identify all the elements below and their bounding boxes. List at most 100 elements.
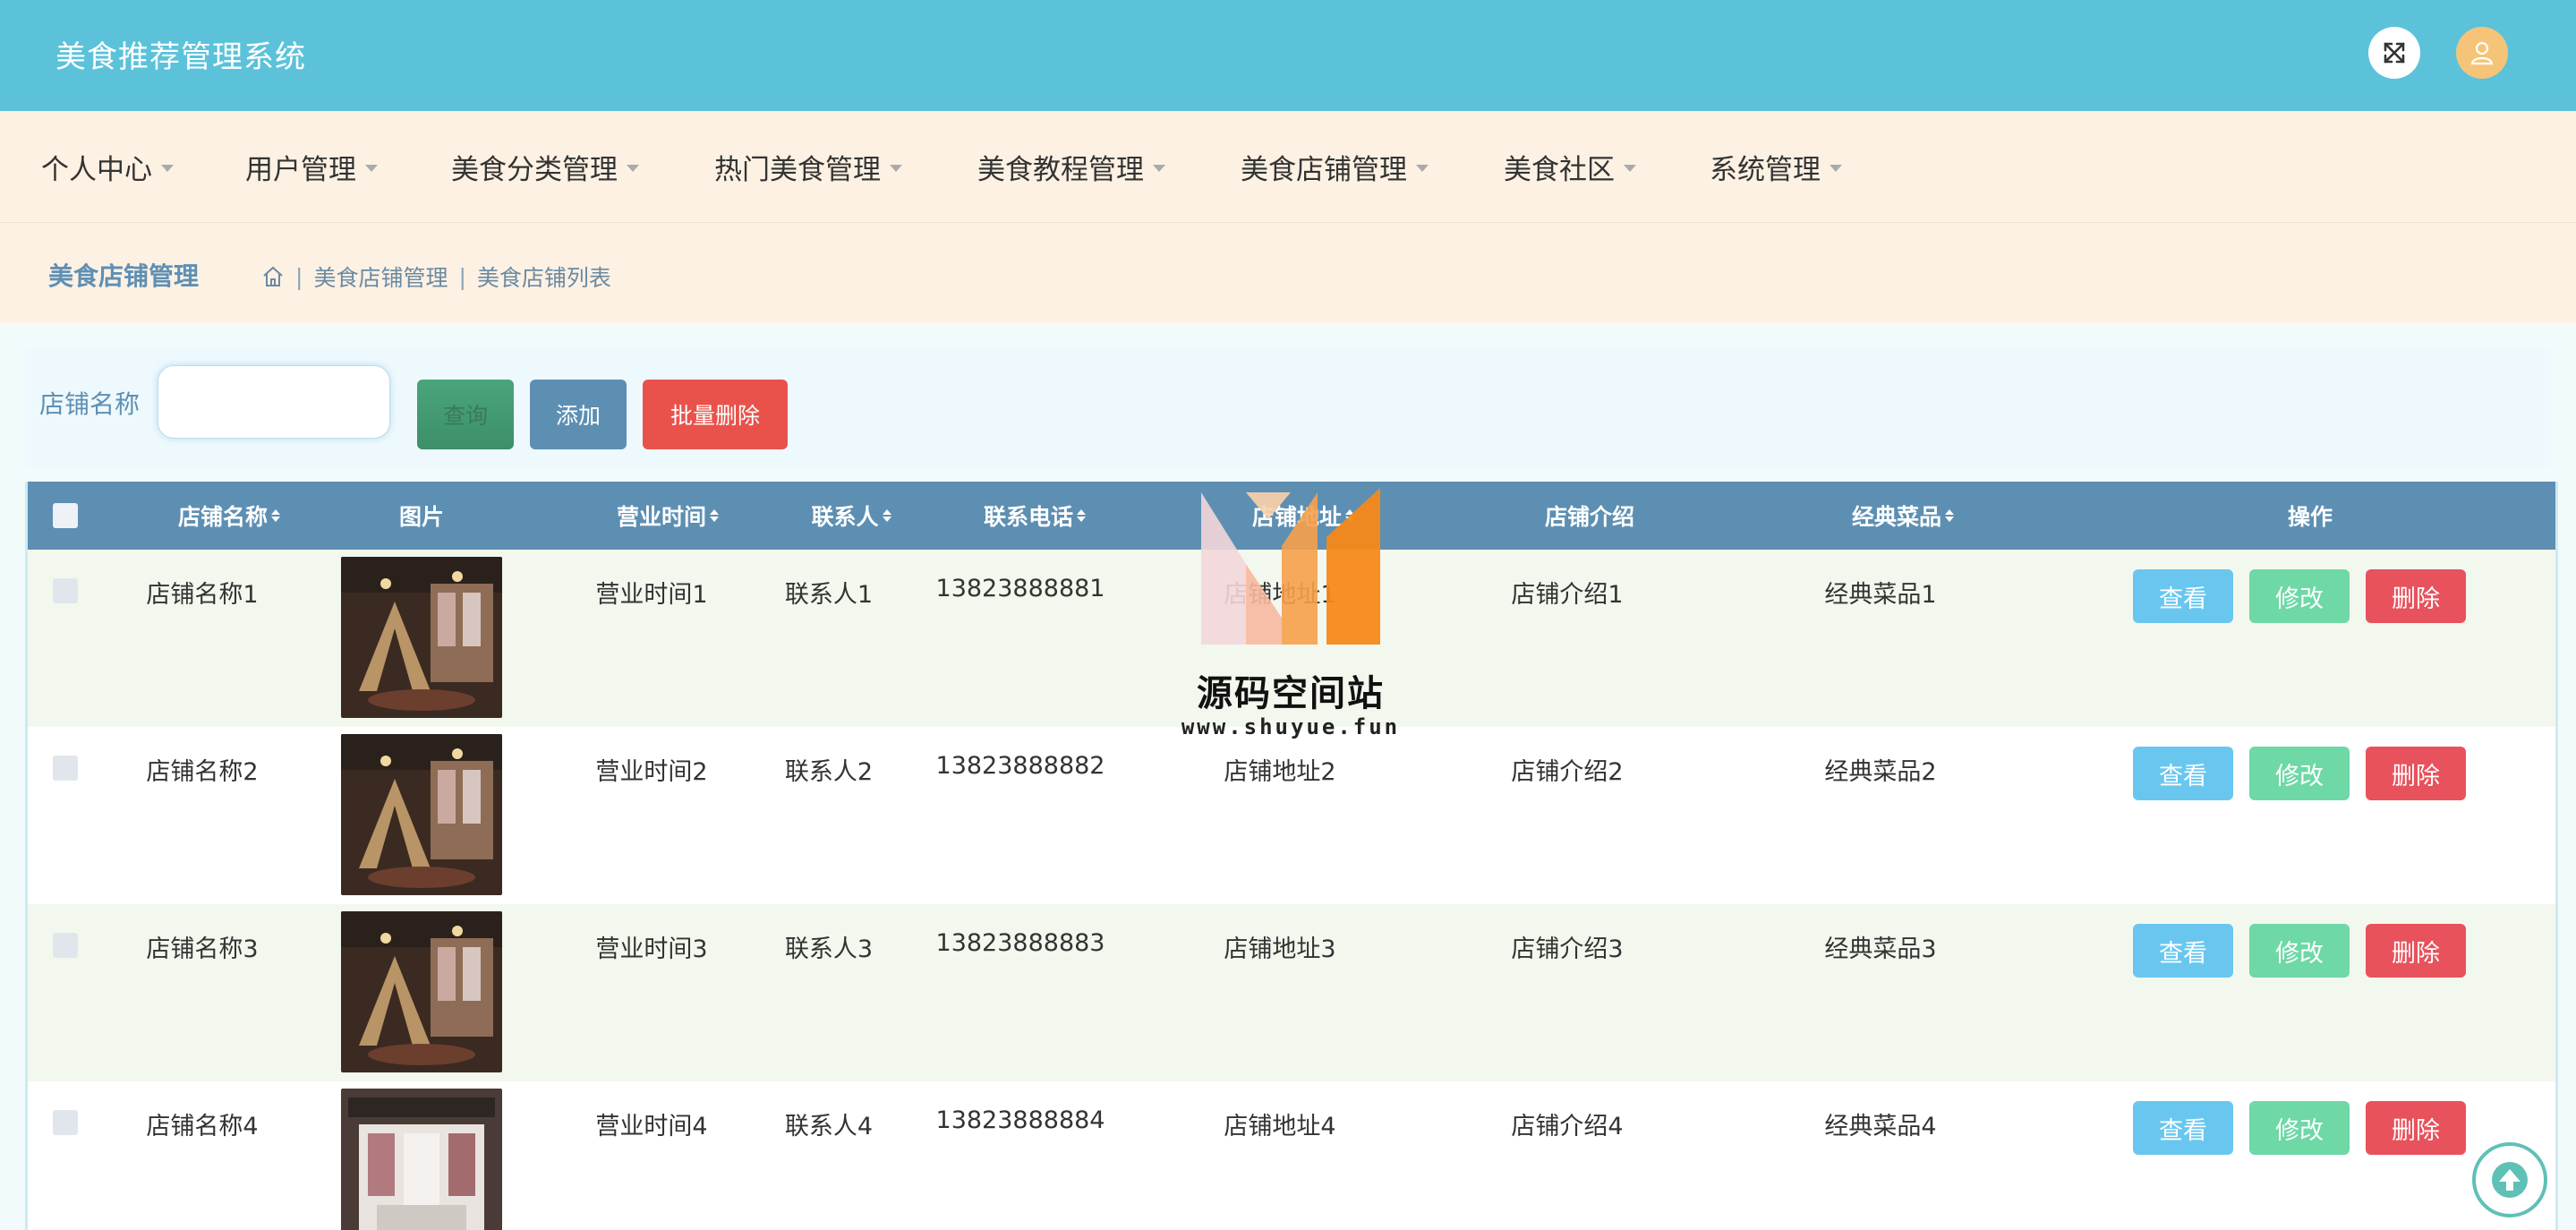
nav-item-tutorials[interactable]: 美食教程管理 bbox=[977, 147, 1165, 187]
shop-image bbox=[341, 1089, 502, 1230]
table-row: 店铺名称4 营业时间4 联系人4 13823888884 店铺地址4 店铺介绍4… bbox=[28, 1081, 2555, 1230]
th-label: 店铺介绍 bbox=[1544, 504, 1634, 530]
breadcrumb-level1[interactable]: 美食店铺管理 bbox=[313, 261, 448, 293]
th-label: 图片 bbox=[398, 504, 444, 530]
add-button[interactable]: 添加 bbox=[530, 380, 627, 449]
th-intro: 店铺介绍 bbox=[1496, 482, 1684, 550]
main-nav: 个人中心 用户管理 美食分类管理 热门美食管理 美食教程管理 美食店铺管理 美食… bbox=[0, 111, 2576, 223]
page-title: 美食店铺管理 bbox=[48, 261, 200, 291]
nav-item-categories[interactable]: 美食分类管理 bbox=[451, 147, 639, 187]
table-row: 店铺名称2 营业时间2 联系人2 13823888882 店铺地址2 店铺介绍2… bbox=[28, 727, 2555, 904]
th-dishes[interactable]: 经典菜品 bbox=[1809, 482, 1997, 550]
cell-hours: 营业时间2 bbox=[595, 758, 708, 786]
view-button[interactable]: 查看 bbox=[2133, 747, 2233, 800]
nav-label: 美食教程管理 bbox=[977, 154, 1144, 186]
watermark-name: 源码空间站 bbox=[1197, 673, 1385, 714]
edit-button[interactable]: 修改 bbox=[2249, 747, 2350, 800]
sort-icon bbox=[710, 509, 719, 522]
search-panel: 店铺名称 查询 添加 批量删除 bbox=[25, 349, 2551, 467]
nav-item-shops[interactable]: 美食店铺管理 bbox=[1241, 147, 1429, 187]
edit-button[interactable]: 修改 bbox=[2249, 924, 2350, 978]
select-all-checkbox[interactable] bbox=[53, 503, 78, 528]
table-header: 店铺名称 图片 营业时间 联系人 联系电话 店铺地址 店铺介绍 经典菜品 操作 bbox=[28, 482, 2555, 550]
nav-label: 个人中心 bbox=[41, 154, 152, 186]
edit-button[interactable]: 修改 bbox=[2249, 1101, 2350, 1155]
th-image: 图片 bbox=[350, 482, 493, 550]
arrow-up-icon bbox=[2492, 1162, 2528, 1198]
caret-down-icon bbox=[1153, 164, 1165, 172]
th-label: 联系人 bbox=[811, 504, 879, 530]
table-row: 店铺名称3 营业时间3 联系人3 13823888883 店铺地址3 店铺介绍3… bbox=[28, 904, 2555, 1081]
th-label: 营业时间 bbox=[616, 504, 706, 530]
batch-delete-button[interactable]: 批量删除 bbox=[643, 380, 788, 449]
caret-down-icon bbox=[1830, 164, 1842, 172]
back-to-top-button[interactable] bbox=[2472, 1142, 2547, 1217]
cell-address: 店铺地址3 bbox=[1224, 935, 1336, 963]
query-button[interactable]: 查询 bbox=[417, 380, 514, 449]
cell-intro: 店铺介绍4 bbox=[1511, 1113, 1624, 1140]
cell-name: 店铺名称3 bbox=[146, 935, 259, 963]
edit-button[interactable]: 修改 bbox=[2249, 569, 2350, 623]
delete-button[interactable]: 删除 bbox=[2366, 747, 2466, 800]
top-header: 美食推荐管理系统 bbox=[0, 0, 2576, 111]
watermark-url: www.shuyue.fun bbox=[1181, 714, 1401, 739]
fullscreen-button[interactable] bbox=[2368, 27, 2420, 79]
sort-icon bbox=[1077, 509, 1086, 522]
row-checkbox[interactable] bbox=[53, 578, 78, 603]
th-contact[interactable]: 联系人 bbox=[780, 482, 923, 550]
nav-label: 美食社区 bbox=[1504, 154, 1615, 186]
nav-item-profile[interactable]: 个人中心 bbox=[41, 147, 174, 187]
sort-icon bbox=[1945, 509, 1954, 522]
avatar-button[interactable] bbox=[2456, 27, 2508, 79]
cell-phone: 13823888883 bbox=[935, 929, 1105, 957]
cell-contact: 联系人3 bbox=[784, 935, 874, 963]
view-button[interactable]: 查看 bbox=[2133, 569, 2233, 623]
th-label: 店铺地址 bbox=[1251, 504, 1342, 530]
view-button[interactable]: 查看 bbox=[2133, 1101, 2233, 1155]
nav-label: 用户管理 bbox=[245, 154, 356, 186]
th-label: 操作 bbox=[2287, 504, 2333, 530]
th-name[interactable]: 店铺名称 bbox=[135, 482, 323, 550]
cell-hours: 营业时间4 bbox=[595, 1113, 708, 1140]
fullscreen-icon bbox=[2384, 42, 2405, 64]
nav-item-users[interactable]: 用户管理 bbox=[245, 147, 378, 187]
th-address[interactable]: 店铺地址 bbox=[1209, 482, 1397, 550]
th-hours[interactable]: 营业时间 bbox=[574, 482, 762, 550]
cell-name: 店铺名称2 bbox=[146, 758, 259, 786]
cell-intro: 店铺介绍1 bbox=[1511, 581, 1624, 609]
nav-label: 美食分类管理 bbox=[451, 154, 618, 186]
sort-icon bbox=[1345, 509, 1354, 522]
th-actions: 操作 bbox=[2194, 482, 2427, 550]
delete-button[interactable]: 删除 bbox=[2366, 1101, 2466, 1155]
shop-name-input[interactable] bbox=[158, 365, 390, 439]
cell-name: 店铺名称1 bbox=[146, 581, 259, 609]
caret-down-icon bbox=[1624, 164, 1636, 172]
row-checkbox[interactable] bbox=[53, 933, 78, 958]
nav-item-system[interactable]: 系统管理 bbox=[1710, 147, 1842, 187]
home-icon[interactable] bbox=[261, 265, 285, 288]
cell-contact: 联系人4 bbox=[784, 1113, 874, 1140]
nav-item-hot-food[interactable]: 热门美食管理 bbox=[714, 147, 902, 187]
breadcrumb-separator: | bbox=[458, 263, 466, 290]
nav-label: 美食店铺管理 bbox=[1241, 154, 1407, 186]
cell-address: 店铺地址2 bbox=[1224, 758, 1336, 786]
delete-button[interactable]: 删除 bbox=[2366, 569, 2466, 623]
row-checkbox[interactable] bbox=[53, 1110, 78, 1135]
th-label: 店铺名称 bbox=[177, 504, 268, 530]
sort-icon bbox=[882, 509, 891, 522]
breadcrumb-bar: 美食店铺管理 | 美食店铺管理 | 美食店铺列表 bbox=[0, 223, 2576, 323]
delete-button[interactable]: 删除 bbox=[2366, 924, 2466, 978]
row-checkbox[interactable] bbox=[53, 756, 78, 781]
nav-item-community[interactable]: 美食社区 bbox=[1504, 147, 1636, 187]
view-button[interactable]: 查看 bbox=[2133, 924, 2233, 978]
nav-label: 系统管理 bbox=[1710, 154, 1821, 186]
th-label: 经典菜品 bbox=[1851, 504, 1941, 530]
shop-name-label: 店铺名称 bbox=[39, 389, 141, 419]
caret-down-icon bbox=[627, 164, 639, 172]
th-phone[interactable]: 联系电话 bbox=[941, 482, 1129, 550]
cell-address: 店铺地址4 bbox=[1224, 1113, 1336, 1140]
shop-image bbox=[341, 557, 502, 718]
app-title: 美食推荐管理系统 bbox=[55, 39, 306, 75]
caret-down-icon bbox=[890, 164, 902, 172]
cell-hours: 营业时间3 bbox=[595, 935, 708, 963]
